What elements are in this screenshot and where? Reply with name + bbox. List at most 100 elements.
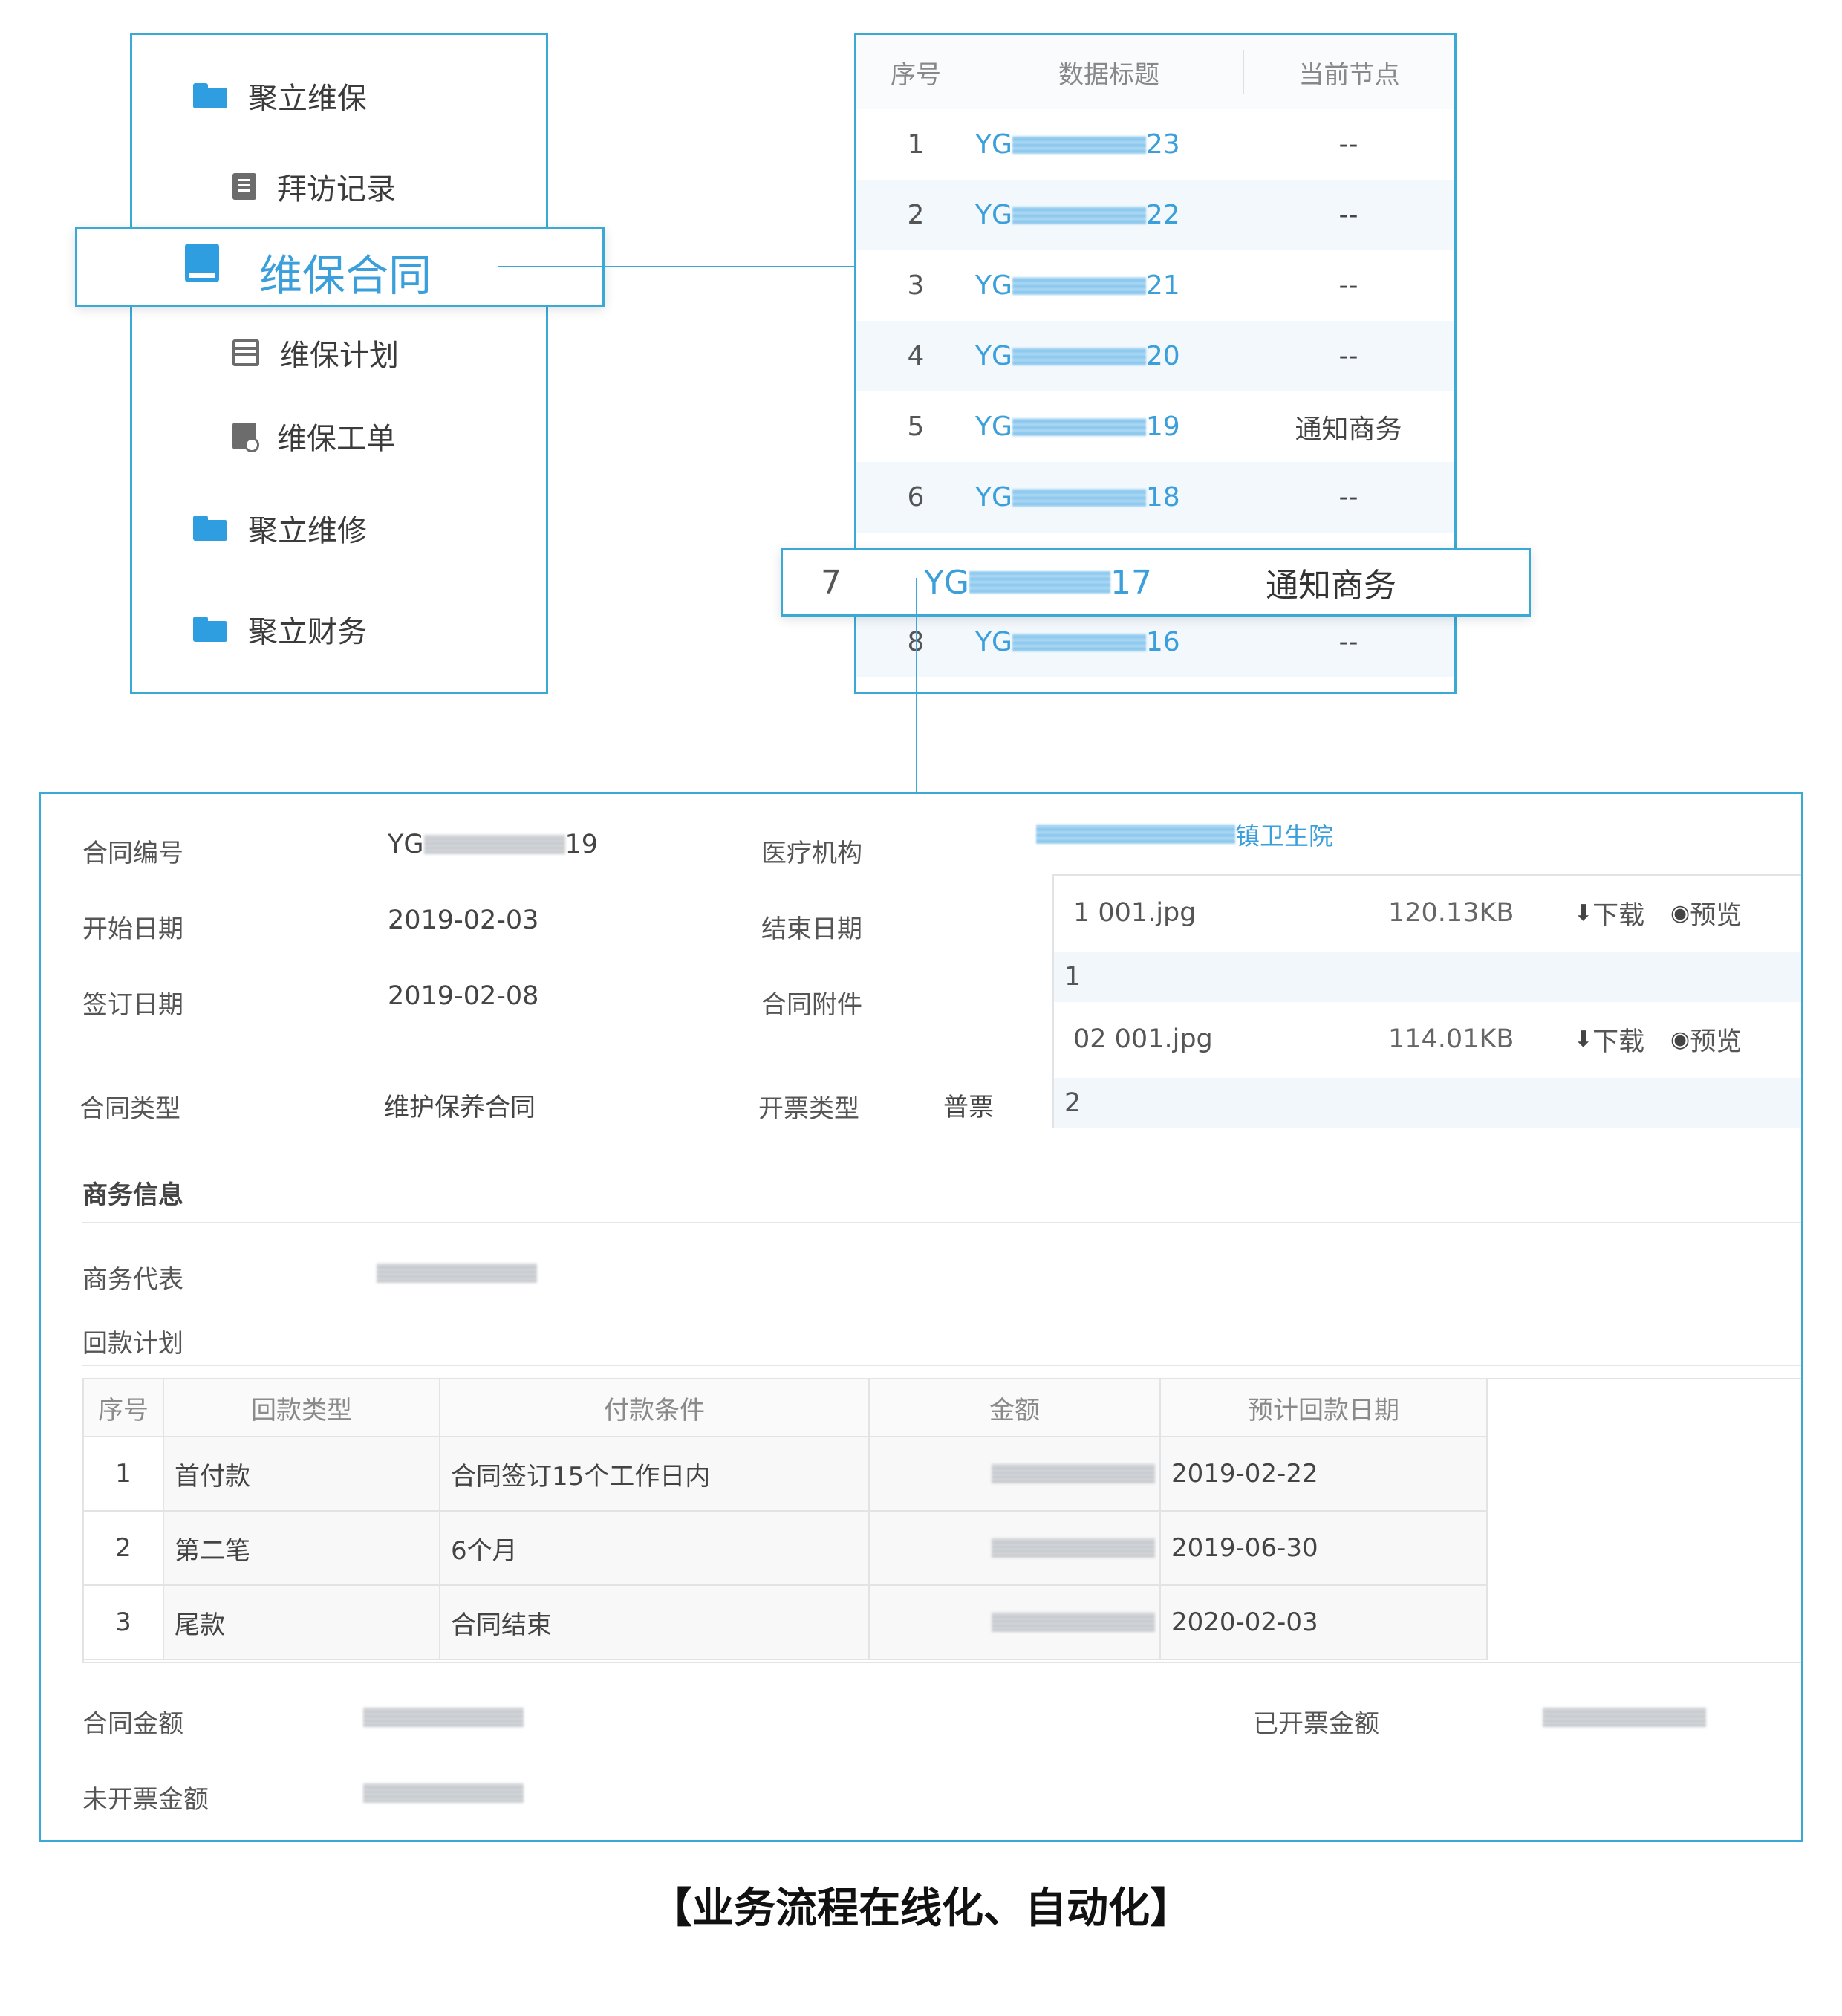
sign-date-label: 签订日期 <box>82 990 183 1020</box>
cell-type: 第二笔 <box>163 1510 440 1586</box>
download-button[interactable]: ⬇ 下载 <box>1574 1021 1644 1059</box>
menu-item-julei-weibao[interactable]: 聚立维保 <box>193 66 367 126</box>
payment-plan-label: 回款计划 <box>82 1329 183 1359</box>
list-row[interactable]: 1 YG 23 -- <box>856 109 1454 180</box>
row-node: -- <box>1338 482 1358 513</box>
row-title-prefix[interactable]: YG <box>975 341 1012 371</box>
menu-item-maintenance-plan[interactable]: 维保计划 <box>232 323 399 383</box>
download-label: 下载 <box>1592 1027 1645 1057</box>
end-date-label: 结束日期 <box>761 914 862 944</box>
menu-item-julei-repair[interactable]: 聚立维修 <box>193 498 367 558</box>
uninvoiced-amount-label: 未开票金额 <box>82 1785 209 1815</box>
attachment-row: 1 001.jpg 120.13KB ⬇ 下载 ◉ 预览 <box>1054 876 1801 950</box>
start-date-value: 2019-02-03 <box>388 905 539 935</box>
cell-no: 2 <box>82 1510 164 1586</box>
redacted-text <box>1012 276 1146 295</box>
list-row[interactable]: 6 YG 18 -- <box>856 462 1454 533</box>
col-header-title: 数据标题 <box>1058 59 1159 90</box>
redacted-text <box>992 1464 1155 1483</box>
cell-date: 2020-02-03 <box>1159 1584 1488 1660</box>
row-title-suffix[interactable]: 17 <box>1110 564 1152 602</box>
row-title-suffix[interactable]: 22 <box>1146 200 1180 230</box>
caption: 【业务流程在线化、自动化】 <box>651 1885 1191 1933</box>
start-date-label: 开始日期 <box>82 914 183 944</box>
col-header-node: 当前节点 <box>1298 59 1400 90</box>
row-title-prefix[interactable]: YG <box>975 200 1012 230</box>
redacted-text <box>1012 206 1146 224</box>
cell-amount <box>868 1510 1161 1586</box>
cell-amount <box>868 1436 1161 1512</box>
cell-no: 3 <box>82 1584 164 1660</box>
row-title-prefix[interactable]: YG <box>975 270 1012 301</box>
redacted-text <box>992 1538 1155 1558</box>
list-row[interactable]: 4 YG 20 -- <box>856 321 1454 391</box>
row-title-suffix[interactable]: 21 <box>1146 270 1180 301</box>
eye-icon: ◉ <box>1670 1026 1690 1053</box>
row-title-suffix[interactable]: 19 <box>1146 412 1180 442</box>
row-title-suffix[interactable]: 23 <box>1146 129 1180 160</box>
menu-item-julei-finance[interactable]: 聚立财务 <box>193 599 367 659</box>
attachment-name[interactable]: 1 001.jpg <box>1073 898 1196 928</box>
contract-no-value: YG 19 <box>388 830 598 859</box>
row-title-suffix[interactable]: 16 <box>1146 627 1180 657</box>
cell-condition: 合同结束 <box>439 1584 870 1660</box>
invoiced-amount-label: 已开票金额 <box>1253 1709 1379 1739</box>
institution-label: 医疗机构 <box>761 839 862 868</box>
menu-item-work-order[interactable]: 维保工单 <box>232 406 396 466</box>
redacted-text <box>1012 488 1146 507</box>
redacted-text <box>1543 1708 1706 1727</box>
row-node: 通知商务 <box>1295 414 1402 445</box>
row-no: 3 <box>907 270 925 301</box>
invoice-type-label: 开票类型 <box>758 1094 859 1124</box>
redacted-text <box>1012 135 1146 154</box>
list-row[interactable]: 8 YG16 -- <box>856 607 1454 677</box>
cell-date: 2019-02-22 <box>1159 1436 1488 1512</box>
attachment-name[interactable]: 02 001.jpg <box>1073 1024 1213 1054</box>
row-title-prefix[interactable]: YG <box>975 627 1012 657</box>
attachment-index-row: 1 <box>1054 952 1801 1002</box>
institution-value[interactable]: 镇卫生院 <box>1036 816 1333 852</box>
attachment-row: 02 001.jpg 114.01KB ⬇ 下载 ◉ 预览 <box>1054 1002 1801 1076</box>
list-row[interactable]: 3 YG 21 -- <box>856 250 1454 321</box>
col-header-date: 预计回款日期 <box>1159 1378 1488 1437</box>
row-no: 4 <box>907 341 925 371</box>
row-title-suffix[interactable]: 20 <box>1146 341 1180 371</box>
cell-condition: 6个月 <box>439 1510 870 1586</box>
row-title-prefix[interactable]: YG <box>975 129 1012 160</box>
folder-icon <box>193 617 227 642</box>
menu-item-label: 维保工单 <box>277 422 396 456</box>
cell-no: 1 <box>82 1436 164 1512</box>
redacted-text <box>1012 347 1146 365</box>
contract-type-label: 合同类型 <box>79 1094 180 1124</box>
redacted-text <box>1036 825 1235 844</box>
folder-icon <box>193 516 227 541</box>
menu-item-visit-record[interactable]: 拜访记录 <box>232 157 396 216</box>
contract-amount-label: 合同金额 <box>82 1709 183 1739</box>
row-no: 2 <box>907 200 925 230</box>
attachments-list: 1 001.jpg 120.13KB ⬇ 下载 ◉ 预览 1 02 001.jpg … <box>1052 874 1801 1128</box>
row-node: -- <box>1338 627 1358 657</box>
folder-icon <box>193 83 227 108</box>
list-row[interactable]: 5 YG 19 通知商务 <box>856 391 1454 462</box>
row-node: -- <box>1338 200 1358 230</box>
row-title-suffix[interactable]: 18 <box>1146 482 1180 513</box>
redacted-text <box>377 1264 537 1283</box>
preview-button[interactable]: ◉ 预览 <box>1670 894 1742 932</box>
list-header: 序号 数据标题 当前节点 <box>856 35 1454 109</box>
download-icon: ⬇ <box>1574 1026 1593 1053</box>
menu-item-label: 聚立维修 <box>248 514 367 548</box>
cell-amount <box>868 1584 1161 1660</box>
redacted-text <box>1012 633 1146 651</box>
menu-item-label: 聚立维保 <box>248 82 367 116</box>
row-title-prefix[interactable]: YG <box>924 564 969 602</box>
institution-name[interactable]: 镇卫生院 <box>1235 816 1333 852</box>
row-title-prefix[interactable]: YG <box>975 412 1012 442</box>
redacted-text <box>363 1708 524 1727</box>
download-button[interactable]: ⬇ 下载 <box>1574 894 1644 932</box>
list-row[interactable]: 2 YG 22 -- <box>856 180 1454 250</box>
col-header-amount: 金额 <box>868 1378 1161 1437</box>
preview-button[interactable]: ◉ 预览 <box>1670 1021 1742 1059</box>
list-row-highlighted[interactable]: 7 YG 17 通知商务 <box>781 548 1531 617</box>
row-title-prefix[interactable]: YG <box>975 482 1012 513</box>
redacted-text <box>969 571 1110 594</box>
